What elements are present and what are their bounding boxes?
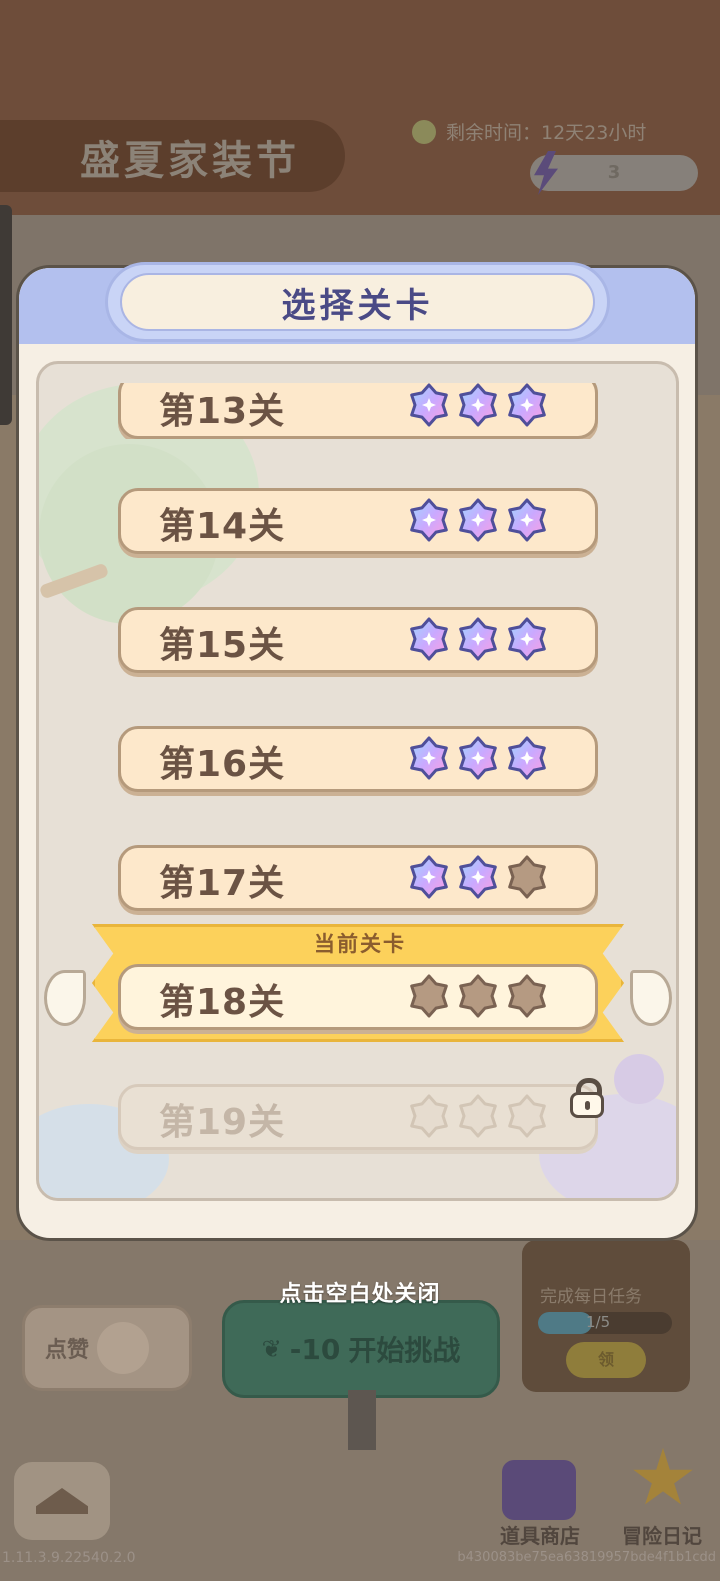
empty-star-icon [505, 855, 549, 899]
like-button-label: 点赞 [45, 1338, 90, 1363]
level-label: 第18关 [159, 982, 286, 1023]
level-row-14[interactable]: 第14关 [118, 488, 598, 554]
dialog-title: 选择关卡 [281, 285, 434, 326]
level-stars [407, 1094, 549, 1138]
sparkle-star-icon [505, 617, 549, 661]
level-row-clip: 第13关 [118, 383, 598, 439]
sparkle-star-icon [456, 855, 500, 899]
level-label: 第17关 [159, 863, 286, 904]
like-button[interactable]: 点赞 [22, 1305, 192, 1391]
sparkle-star-icon [407, 383, 451, 427]
level-row-17[interactable]: 第17关 [118, 845, 598, 911]
empty-star-icon [456, 974, 500, 1018]
home-button[interactable] [14, 1462, 110, 1540]
event-title: 盛夏家装节 [80, 138, 300, 184]
sparkle-star-icon [456, 736, 500, 780]
star-badge-icon [633, 1448, 693, 1505]
level-label: 第16关 [159, 744, 286, 785]
energy-value: 3 [607, 162, 621, 183]
sparkle-star-icon [407, 736, 451, 780]
daily-task-progress-text: 1/5 [586, 1313, 611, 1331]
timer-text: 剩余时间：12天23小时 [446, 122, 647, 144]
adventure-diary-label: 冒险日记 [622, 1524, 702, 1548]
sparkle-star-icon [505, 498, 549, 542]
level-label: 第19关 [159, 1102, 286, 1143]
sparkle-star-icon [505, 383, 549, 427]
start-challenge-label: 开始挑战 [348, 1334, 461, 1367]
energy-bar[interactable]: 3 [530, 151, 698, 195]
daily-task-progress: 1/5 [538, 1312, 672, 1334]
lock-icon [570, 1078, 604, 1118]
basket-icon [502, 1460, 576, 1520]
start-challenge-cost: -10 [289, 1332, 341, 1366]
sparkle-star-icon [407, 855, 451, 899]
daily-task-progress-fill [538, 1312, 592, 1334]
leaf-icon: ❦ [261, 1335, 282, 1363]
level-stars [407, 974, 549, 1018]
level-label: 第15关 [159, 625, 286, 666]
empty-star-icon [407, 1094, 451, 1138]
daily-task-claim-button[interactable]: 领 [566, 1342, 646, 1378]
start-challenge-button[interactable]: ❦ -10 开始挑战 [222, 1300, 500, 1398]
level-row-15[interactable]: 第15关 [118, 607, 598, 673]
build-hash-text: b430083be75ea63819957bde4f1b1cdd [457, 1550, 716, 1565]
sparkle-star-icon [407, 498, 451, 542]
gift-icon [97, 1322, 150, 1374]
item-shop-button[interactable]: 道具商店 [490, 1440, 590, 1548]
current-level-tag: 当前关卡 [314, 932, 406, 956]
item-shop-label: 道具商店 [500, 1524, 580, 1548]
clock-icon [412, 119, 436, 144]
version-text: 1.11.3.9.22540.2.0 [2, 1550, 136, 1566]
event-timer: 剩余时间：12天23小时 [412, 118, 646, 145]
lamp-post [348, 1390, 376, 1450]
level-row-19[interactable]: 第19关 [118, 1084, 598, 1150]
dialog-title-inner: 选择关卡 [120, 273, 595, 331]
sparkle-star-icon [407, 617, 451, 661]
sparkle-star-icon [456, 617, 500, 661]
wing-icon [630, 970, 672, 1026]
wing-icon [44, 970, 86, 1026]
adventure-diary-button[interactable]: 冒险日记 [612, 1440, 712, 1548]
level-stars [407, 383, 549, 427]
flower-decoration [614, 1054, 664, 1104]
dialog-title-pill: 选择关卡 [105, 262, 610, 342]
level-row-16[interactable]: 第16关 [118, 726, 598, 792]
empty-star-icon [456, 1094, 500, 1138]
level-row-18[interactable]: 第18关 [118, 964, 598, 1030]
level-stars [407, 617, 549, 661]
side-drawer-tab[interactable] [0, 205, 12, 425]
empty-star-icon [407, 974, 451, 1018]
sparkle-star-icon [505, 736, 549, 780]
empty-star-icon [505, 1094, 549, 1138]
sparkle-star-icon [456, 498, 500, 542]
level-stars [407, 736, 549, 780]
empty-star-icon [505, 974, 549, 1018]
level-stars [407, 855, 549, 899]
sparkle-star-icon [456, 383, 500, 427]
level-stars [407, 498, 549, 542]
level-label: 第13关 [159, 391, 286, 432]
level-label: 第14关 [159, 506, 286, 547]
daily-task-panel[interactable]: 完成每日任务 1/5 领 [522, 1240, 690, 1392]
close-hint[interactable]: 点击空白处关闭 [0, 1276, 720, 1308]
level-row-13[interactable]: 第13关 [118, 383, 598, 439]
